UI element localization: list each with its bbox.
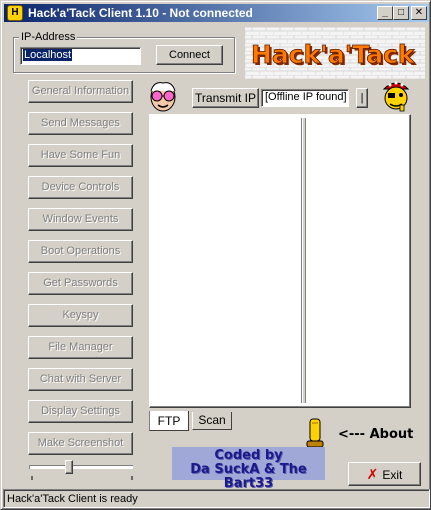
hackatack-logo: Hack'a'Tack Hack'a'Tack [245, 27, 425, 79]
exit-button-label: Exit [382, 468, 403, 482]
slider-track[interactable] [29, 465, 133, 469]
general-information-button[interactable]: General Information [28, 80, 133, 103]
have-some-fun-button[interactable]: Have Some Fun [28, 144, 133, 167]
app-icon[interactable]: H [7, 5, 23, 21]
credits-line2: Da SuckA & The Bart33 [190, 462, 307, 491]
offline-ip-field[interactable]: [Offline IP found] [261, 89, 349, 107]
remote-file-list[interactable] [305, 118, 407, 403]
exit-button[interactable]: ✗ Exit [348, 462, 421, 486]
device-controls-button[interactable]: Device Controls [28, 176, 133, 199]
send-messages-button[interactable]: Send Messages [28, 112, 133, 135]
keyspy-button[interactable]: Keyspy [28, 304, 133, 327]
status-bar: Hack'a'Tack Client is ready [3, 489, 430, 508]
chat-with-server-button[interactable]: Chat with Server [28, 368, 133, 391]
transmit-ip-button[interactable]: Transmit IP [192, 88, 259, 108]
slider-thumb[interactable] [65, 460, 73, 474]
minimize-button[interactable]: _ [377, 6, 393, 20]
pirate-face-icon [380, 77, 412, 113]
slider-ticks [31, 476, 133, 480]
boot-operations-button[interactable]: Boot Operations [28, 240, 133, 263]
figure-icon[interactable] [304, 417, 326, 449]
window-title: Hack'a'Tack Client 1.10 - Not connected [28, 6, 253, 20]
make-screenshot-button[interactable]: Make Screenshot [28, 432, 133, 455]
tab-ftp[interactable]: FTP [149, 411, 189, 431]
local-file-list[interactable] [153, 118, 302, 403]
window-events-button[interactable]: Window Events [28, 208, 133, 231]
credits-line1: Coded by [214, 448, 283, 463]
file-manager-button[interactable]: File Manager [28, 336, 133, 359]
close-button[interactable]: ✕ [411, 6, 427, 20]
red-x-icon: ✗ [366, 466, 379, 482]
display-settings-button[interactable]: Display Settings [28, 400, 133, 423]
tab-scan[interactable]: Scan [192, 412, 232, 430]
get-passwords-button[interactable]: Get Passwords [28, 272, 133, 295]
main-window: H Hack'a'Tack Client 1.10 - Not connecte… [0, 0, 431, 510]
maximize-button[interactable]: □ [393, 6, 409, 20]
about-label[interactable]: <--- About [338, 427, 413, 442]
credits-banner: Coded by Da SuckA & The Bart33 [172, 447, 325, 491]
transmit-small-button[interactable]: | [356, 88, 368, 108]
ip-address-group-label: IP-Address [19, 31, 78, 43]
ip-address-value: Localhost [23, 49, 73, 61]
connect-button[interactable]: Connect [156, 45, 223, 65]
logo-text: Hack'a'Tack [251, 40, 416, 69]
professor-face-icon [146, 79, 180, 113]
ip-address-input[interactable]: Localhost [20, 47, 141, 65]
logo-graphic: Hack'a'Tack Hack'a'Tack [245, 27, 425, 79]
title-bar[interactable]: H Hack'a'Tack Client 1.10 - Not connecte… [4, 4, 429, 22]
